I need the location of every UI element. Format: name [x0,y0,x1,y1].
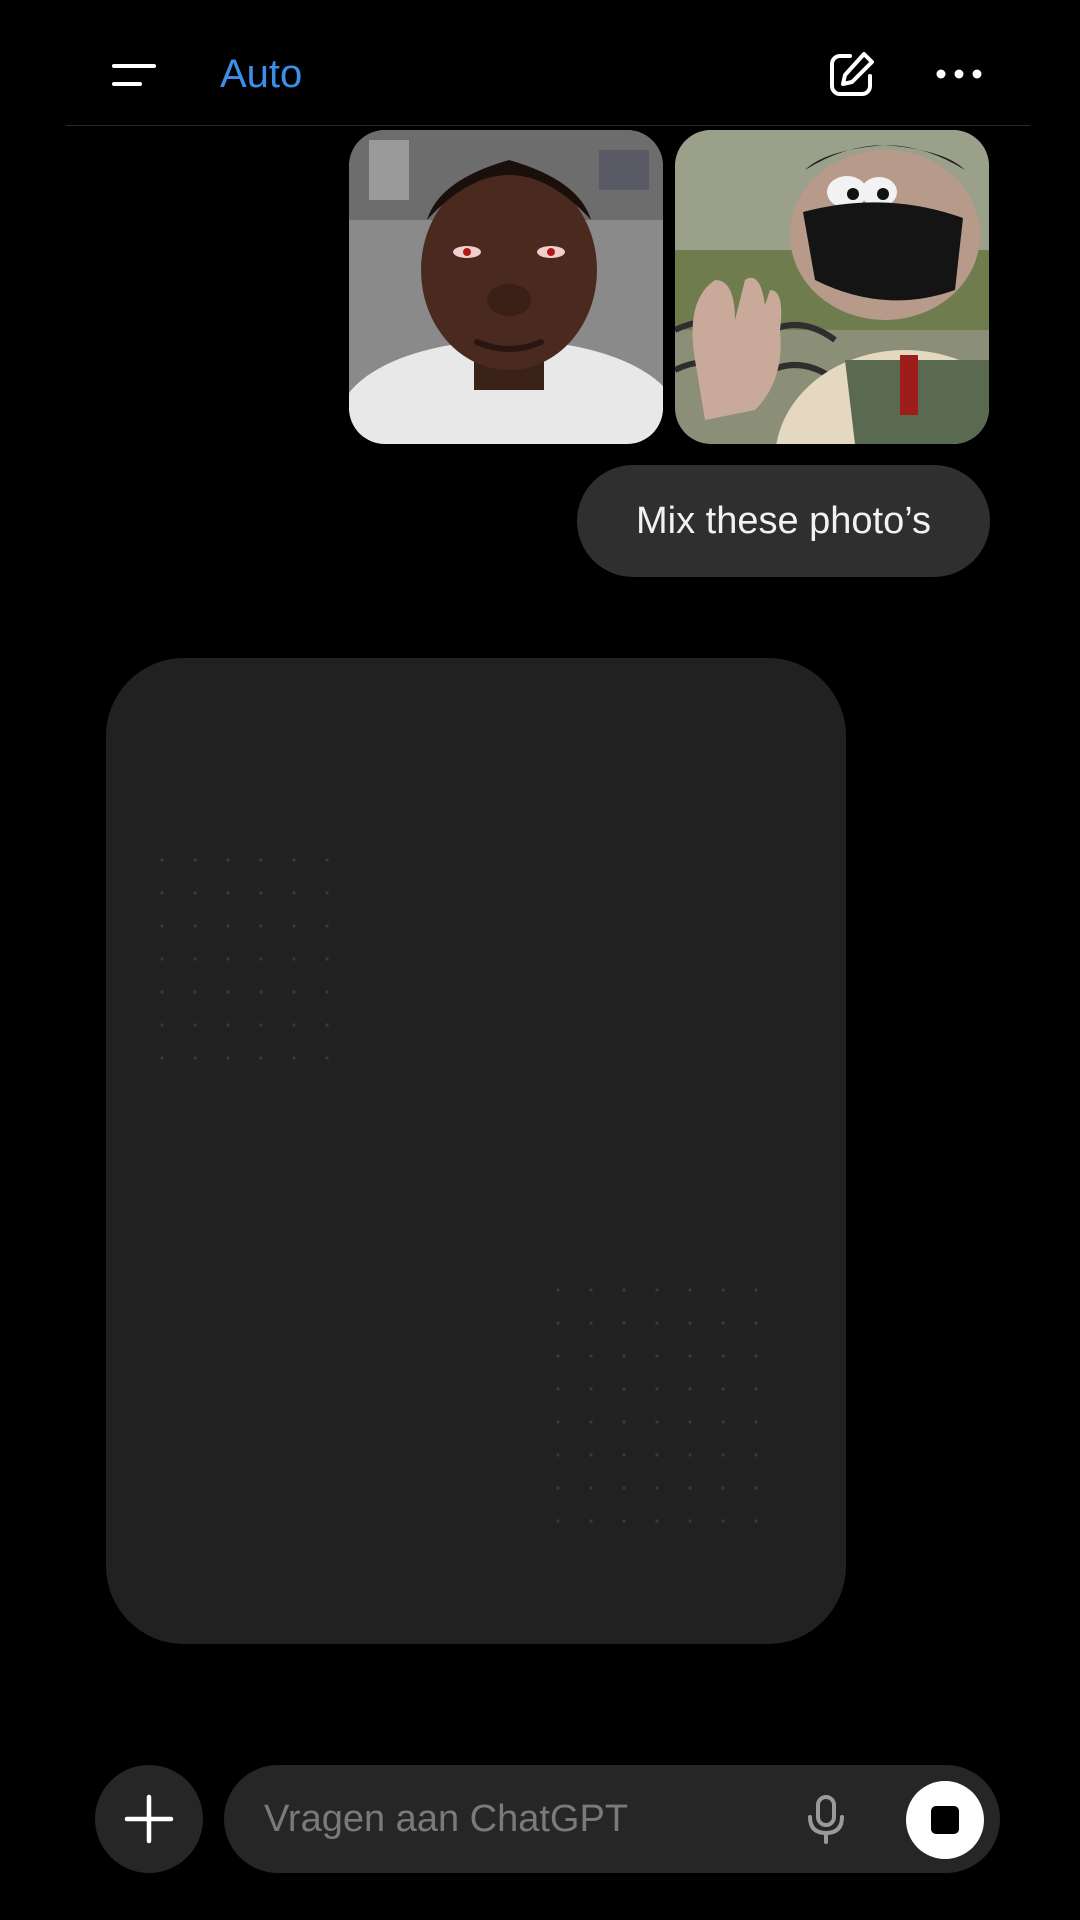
plus-icon [124,1794,174,1844]
microphone-icon [808,1795,844,1844]
top-bar: Auto [0,0,1080,126]
message-input[interactable] [264,1789,764,1849]
stop-generation-button[interactable] [906,1781,984,1859]
model-selector[interactable]: Auto [220,50,302,98]
voice-input-button[interactable] [798,1791,854,1847]
header-divider [66,125,1030,126]
more-options-button[interactable] [934,56,984,92]
more-options-icon [936,69,982,79]
claymation-photo-image [675,130,989,444]
attached-photo-1[interactable] [349,130,663,444]
sidebar-menu-button[interactable] [104,54,164,94]
portrait-photo-image [349,130,663,444]
user-message-bubble: Mix these photo’s [577,465,990,577]
attached-photo-2[interactable] [675,130,989,444]
user-message-text: Mix these photo’s [635,499,932,542]
menu-icon [112,64,156,86]
image-generation-placeholder [106,658,846,1644]
new-chat-icon [830,52,874,96]
loading-dots-pattern [160,858,758,1523]
stop-icon [931,1806,959,1834]
message-composer [224,1765,1000,1873]
add-attachment-button[interactable] [95,1765,203,1873]
new-chat-button[interactable] [826,48,878,100]
